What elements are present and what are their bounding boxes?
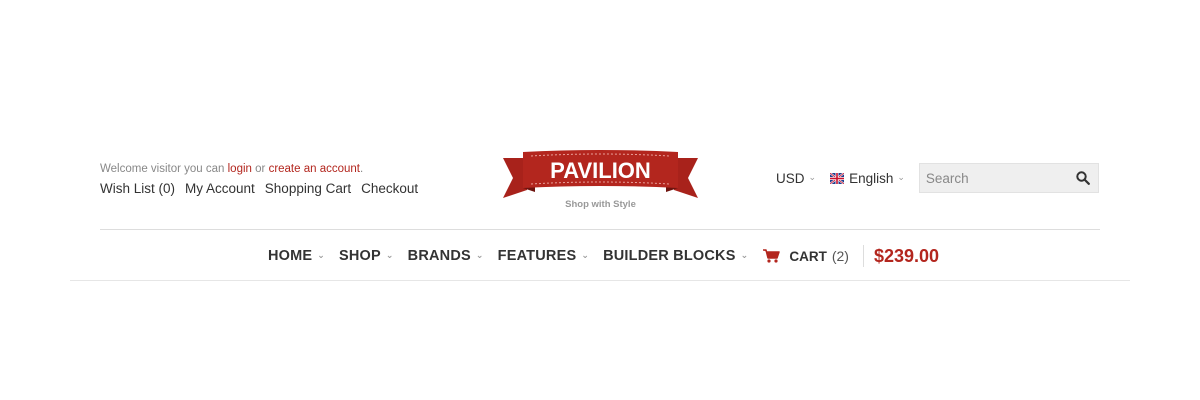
create-account-link[interactable]: create an account: [269, 163, 360, 175]
chevron-down-icon: ⌄: [317, 249, 326, 260]
pavilion-logo[interactable]: PAVILION Shop with Style: [503, 148, 698, 214]
language-label: English: [849, 170, 894, 186]
main-nav: HOME ⌄ SHOP ⌄ BRANDS ⌄ FEATURES ⌄ BUILDER BL…: [0, 244, 1200, 268]
top-left-block: Welcome visitor you can login or create …: [100, 161, 418, 196]
uk-flag-icon: [830, 172, 845, 184]
cart-button[interactable]: CART (2): [763, 248, 849, 264]
my-account-link[interactable]: My Account: [185, 181, 255, 196]
checkout-link[interactable]: Checkout: [361, 181, 418, 196]
chevron-down-icon: ⌄: [808, 171, 817, 182]
currency-selector[interactable]: USD ⌄: [776, 171, 816, 186]
chevron-down-icon: ⌄: [740, 249, 749, 260]
account-links: Wish List (0) My Account Shopping Cart C…: [100, 181, 418, 196]
search-box: [918, 163, 1099, 193]
nav-item-home[interactable]: HOME ⌄: [268, 248, 325, 264]
search-icon[interactable]: [1076, 171, 1090, 185]
cart-icon: [763, 249, 781, 263]
chevron-down-icon: ⌄: [897, 171, 905, 182]
welcome-message: Welcome visitor you can login or create …: [100, 161, 418, 177]
nav-item-builder-blocks[interactable]: BUILDER BLOCKS ⌄: [603, 248, 748, 264]
nav-item-shop[interactable]: SHOP ⌄: [339, 248, 394, 264]
nav-label: SHOP: [339, 248, 381, 264]
nav-item-brands[interactable]: BRANDS ⌄: [408, 248, 484, 264]
nav-item-features[interactable]: FEATURES ⌄: [498, 248, 589, 264]
cart-label: CART: [789, 248, 827, 264]
welcome-or-text: or: [251, 163, 269, 175]
cart-total[interactable]: $239.00: [874, 246, 939, 267]
header-divider: [100, 229, 1100, 230]
currency-label: USD: [776, 170, 805, 186]
shopping-cart-link[interactable]: Shopping Cart: [265, 181, 351, 196]
logo-tagline: Shop with Style: [565, 199, 636, 210]
language-selector[interactable]: English ⌄: [830, 171, 905, 186]
nav-label: HOME: [267, 248, 313, 264]
top-right-controls: USD ⌄ English ⌄: [776, 163, 1099, 193]
nav-label: FEATURES: [497, 248, 577, 264]
nav-label: BRANDS: [407, 248, 471, 264]
chevron-down-icon: ⌄: [581, 249, 590, 260]
wish-list-link[interactable]: Wish List (0): [100, 181, 175, 196]
welcome-suffix: .: [359, 163, 364, 175]
chevron-down-icon: ⌄: [475, 249, 484, 260]
welcome-text: Welcome visitor you can: [100, 163, 228, 175]
nav-label: BUILDER BLOCKS: [603, 248, 736, 264]
cart-separator: [862, 245, 864, 267]
login-link[interactable]: login: [228, 163, 252, 175]
search-input[interactable]: [919, 164, 1066, 192]
logo-text: PAVILION: [550, 158, 651, 183]
chevron-down-icon: ⌄: [385, 249, 394, 260]
nav-divider: [70, 280, 1130, 281]
cart-count: (2): [831, 248, 849, 264]
